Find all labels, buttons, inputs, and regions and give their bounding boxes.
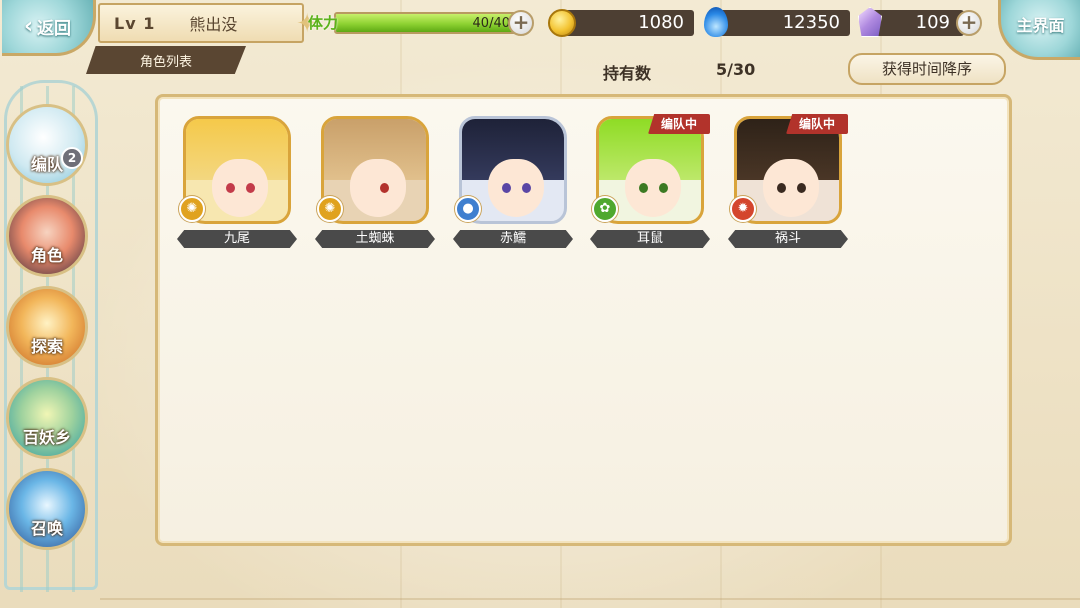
gold-counter: 1080 — [556, 10, 694, 36]
page-title: 角色列表 — [86, 46, 246, 74]
character-card[interactable]: ✺ 土蜘蛛 — [315, 112, 435, 252]
stamina-meter: 体力 40/40 — [308, 9, 530, 37]
soul-counter: 12350 — [712, 10, 850, 36]
sidebar-item-village[interactable]: 百妖乡 — [6, 377, 88, 459]
element-sun-icon: ✺ — [317, 196, 343, 222]
owned-count-value: 5/30 — [716, 60, 756, 79]
sidebar-item-explore[interactable]: 探索 — [6, 286, 88, 368]
sidebar-item-label: 探索 — [30, 337, 63, 356]
character-name: 祸斗 — [728, 230, 848, 248]
sidebar-item-label: 百妖乡 — [22, 428, 71, 447]
in-team-badge: 编队中 — [648, 114, 710, 134]
gold-coin-icon — [548, 9, 576, 37]
player-name: 熊出没 — [189, 15, 238, 34]
blue-flame-icon — [704, 7, 728, 37]
character-card[interactable]: ✺ 九尾 — [177, 112, 297, 252]
player-level-plate: Lv 1 熊出没 ✦ — [98, 3, 318, 43]
home-button-label: 主界面 — [1016, 16, 1065, 35]
sidebar-item-team[interactable]: 编队 2 — [6, 104, 88, 186]
back-arrow-icon: ‹ — [23, 13, 34, 39]
soul-value: 12350 — [782, 12, 840, 33]
character-card[interactable]: ● 赤鱬 — [453, 112, 573, 252]
stamina-value: 40/40 — [472, 16, 510, 31]
character-card[interactable]: ✹ 编队中 祸斗 — [728, 112, 848, 252]
team-count-badge: 2 — [61, 147, 83, 169]
player-level: Lv 1 — [114, 13, 156, 33]
character-name: 九尾 — [177, 230, 297, 248]
add-stamina-button[interactable]: + — [508, 10, 534, 36]
sidebar-nav: 编队 2 角色 探索 百妖乡 召唤 — [0, 80, 100, 600]
element-water-icon: ● — [455, 196, 481, 222]
gem-value: 109 — [915, 12, 950, 33]
add-gem-button[interactable]: + — [956, 10, 982, 36]
character-name: 耳鼠 — [590, 230, 710, 248]
in-team-badge: 编队中 — [786, 114, 848, 134]
owned-count-label: 持有数 — [603, 64, 652, 83]
sidebar-item-label: 编队 — [30, 155, 63, 174]
sidebar-item-characters[interactable]: 角色 — [6, 195, 88, 277]
character-name: 赤鱬 — [453, 230, 573, 248]
sidebar-item-summon[interactable]: 召唤 — [6, 468, 88, 550]
footer-divider — [100, 598, 1080, 604]
character-card[interactable]: ✿ 编队中 耳鼠 — [590, 112, 710, 252]
back-button-label: 返回 — [37, 19, 72, 39]
element-wind-icon: ✿ — [592, 196, 618, 222]
sort-button[interactable]: 获得时间降序 — [848, 53, 1006, 85]
element-sun-icon: ✺ — [179, 196, 205, 222]
character-name: 土蜘蛛 — [315, 230, 435, 248]
sidebar-item-label: 召唤 — [30, 519, 63, 538]
sidebar-item-label: 角色 — [30, 246, 63, 265]
gold-value: 1080 — [638, 12, 684, 33]
element-fire-icon: ✹ — [730, 196, 756, 222]
